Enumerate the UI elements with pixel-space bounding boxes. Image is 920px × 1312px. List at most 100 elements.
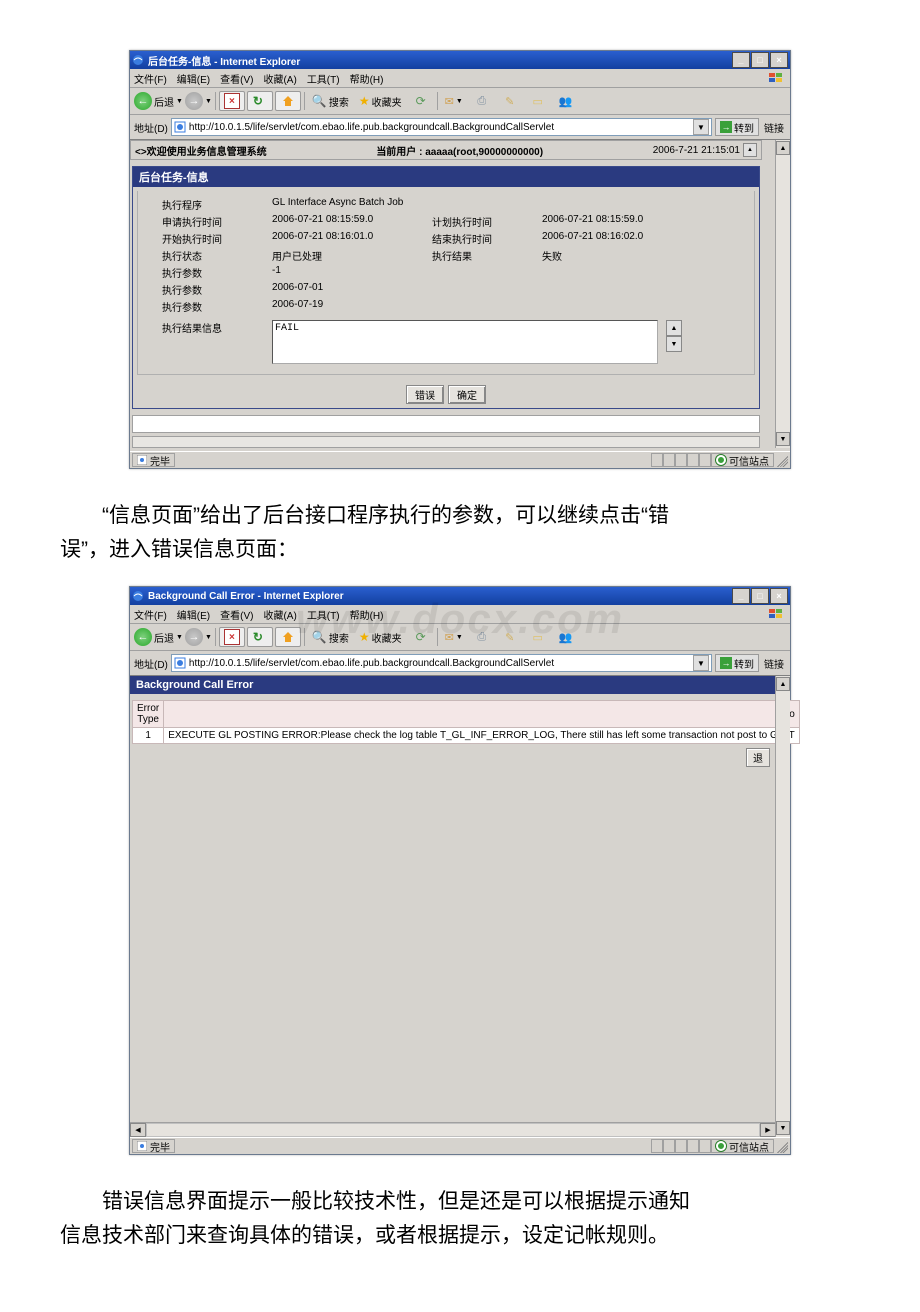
menu-fav[interactable]: 收藏(A)	[263, 607, 296, 622]
mail-button[interactable]: ✉▼	[441, 627, 467, 647]
scroll-down-icon[interactable]: ▼	[776, 1121, 790, 1135]
maximize-button[interactable]: □	[751, 588, 769, 604]
address-input[interactable]: http://10.0.1.5/life/servlet/com.ebao.li…	[171, 118, 712, 136]
resize-grip-icon[interactable]	[774, 453, 788, 467]
menu-edit[interactable]: 编辑(E)	[177, 71, 210, 86]
result-textarea[interactable]: FAIL	[272, 320, 658, 364]
back-button[interactable]: ←	[134, 628, 152, 646]
scroll-left-icon[interactable]: ◀	[130, 1123, 146, 1137]
history-icon: ⟳	[416, 94, 426, 108]
menu-help[interactable]: 帮助(H)	[350, 71, 384, 86]
address-dropdown-icon[interactable]: ▼	[693, 119, 709, 135]
panel-body: Error Type Info 1 EXECUTE GL POSTING ERR…	[130, 694, 776, 1122]
discuss-button[interactable]: 👥	[553, 91, 579, 111]
label-status: 执行状态	[162, 248, 272, 263]
mail-button[interactable]: ✉▼	[441, 91, 467, 111]
links-label[interactable]: 链接	[762, 656, 786, 671]
page-vscrollbar[interactable]: ▲ ▼	[775, 140, 790, 448]
paragraph-1: “信息页面”给出了后台接口程序执行的参数，可以继续点击“错 误”，进入错误信息页…	[60, 499, 860, 566]
history-button[interactable]: ⟳	[408, 627, 434, 647]
scroll-down-icon[interactable]: ▼	[776, 432, 790, 446]
resize-grip-icon[interactable]	[774, 1139, 788, 1153]
dropdown-icon[interactable]: ▼	[176, 634, 183, 641]
back-button[interactable]: ←	[134, 92, 152, 110]
titlebar: Background Call Error - Internet Explore…	[130, 587, 790, 605]
panel-title: Background Call Error	[130, 676, 776, 694]
forward-button[interactable]: →	[185, 628, 203, 646]
links-label[interactable]: 链接	[762, 120, 786, 135]
star-icon: ★	[359, 630, 370, 644]
history-button[interactable]: ⟳	[408, 91, 434, 111]
hscrollbar[interactable]: ◀ ▶	[130, 1122, 776, 1137]
page-vscrollbar[interactable]: ▲ ▼	[775, 676, 790, 1137]
empty-frame-1	[132, 415, 760, 433]
close-button[interactable]: ×	[770, 52, 788, 68]
statusbar: 完毕 可信站点	[130, 451, 790, 468]
scroll-up-icon[interactable]: ▲	[776, 141, 790, 155]
cell-info: EXECUTE GL POSTING ERROR:Please check th…	[164, 728, 800, 744]
folder-button[interactable]: ▭	[525, 627, 551, 647]
address-input[interactable]: http://10.0.1.5/life/servlet/com.ebao.li…	[171, 654, 712, 672]
discuss-button[interactable]: 👥	[553, 627, 579, 647]
status-done: 完毕	[132, 1139, 175, 1153]
home-button[interactable]	[275, 91, 301, 111]
trusted-icon	[716, 455, 726, 465]
menu-help[interactable]: 帮助(H)	[350, 607, 384, 622]
favorites-button[interactable]: ★收藏夹	[355, 91, 406, 111]
favorites-button[interactable]: ★收藏夹	[355, 627, 406, 647]
close-button[interactable]: ×	[770, 588, 788, 604]
menu-edit[interactable]: 编辑(E)	[177, 607, 210, 622]
menu-view[interactable]: 查看(V)	[220, 71, 253, 86]
info-panel: 后台任务-信息 执行程序 GL Interface Async Batch Jo…	[132, 166, 760, 409]
go-label: 转到	[734, 120, 754, 135]
print-button[interactable]: ⎙	[469, 627, 495, 647]
print-button[interactable]: ⎙	[469, 91, 495, 111]
menu-tools[interactable]: 工具(T)	[307, 71, 340, 86]
back-label[interactable]: 后退	[154, 630, 174, 645]
dropdown-icon[interactable]: ▼	[205, 634, 212, 641]
menu-view[interactable]: 查看(V)	[220, 607, 253, 622]
home-button[interactable]	[275, 627, 301, 647]
stop-button[interactable]: ×	[219, 627, 245, 647]
go-arrow-icon: →	[720, 121, 732, 133]
return-button[interactable]: 退	[746, 748, 770, 767]
dropdown-icon[interactable]: ▼	[176, 98, 183, 105]
scroll-right-icon[interactable]: ▶	[760, 1123, 776, 1137]
minimize-button[interactable]: _	[732, 588, 750, 604]
back-label[interactable]: 后退	[154, 94, 174, 109]
minimize-button[interactable]: _	[732, 52, 750, 68]
error-button[interactable]: 错误	[406, 385, 444, 404]
scroll-up-icon[interactable]: ▲	[666, 320, 682, 336]
ok-button[interactable]: 确定	[448, 385, 486, 404]
go-button[interactable]: → 转到	[715, 654, 759, 672]
refresh-button[interactable]: ↻	[247, 91, 273, 111]
edit-button[interactable]: ✎	[497, 627, 523, 647]
dropdown-icon[interactable]: ▼	[205, 98, 212, 105]
scroll-up-icon[interactable]: ▲	[776, 677, 790, 691]
address-dropdown-icon[interactable]: ▼	[693, 655, 709, 671]
menu-fav[interactable]: 收藏(A)	[263, 71, 296, 86]
scroll-track[interactable]	[146, 1123, 760, 1137]
stop-button[interactable]: ×	[219, 91, 245, 111]
maximize-button[interactable]: □	[751, 52, 769, 68]
result-scrollbar[interactable]: ▲ ▼	[666, 320, 680, 352]
edit-button[interactable]: ✎	[497, 91, 523, 111]
collapse-icon[interactable]: ▲	[743, 143, 757, 157]
search-button[interactable]: 🔍搜索	[308, 627, 353, 647]
status-segments	[651, 453, 711, 467]
forward-button[interactable]: →	[185, 92, 203, 110]
search-button[interactable]: 🔍搜索	[308, 91, 353, 111]
folder-button[interactable]: ▭	[525, 91, 551, 111]
titlebar: 后台任务-信息 - Internet Explorer _ □ ×	[130, 51, 790, 69]
menu-file[interactable]: 文件(F)	[134, 607, 167, 622]
search-icon: 🔍	[312, 94, 327, 108]
sys-datetime: 2006-7-21 21:15:01	[653, 145, 740, 156]
refresh-button[interactable]: ↻	[247, 627, 273, 647]
scroll-down-icon[interactable]: ▼	[666, 336, 682, 352]
label-result: 执行结果	[432, 248, 542, 263]
ie-icon	[132, 590, 144, 602]
menu-tools[interactable]: 工具(T)	[307, 607, 340, 622]
go-button[interactable]: → 转到	[715, 118, 759, 136]
menu-file[interactable]: 文件(F)	[134, 71, 167, 86]
discuss-icon: 👥	[559, 95, 573, 108]
